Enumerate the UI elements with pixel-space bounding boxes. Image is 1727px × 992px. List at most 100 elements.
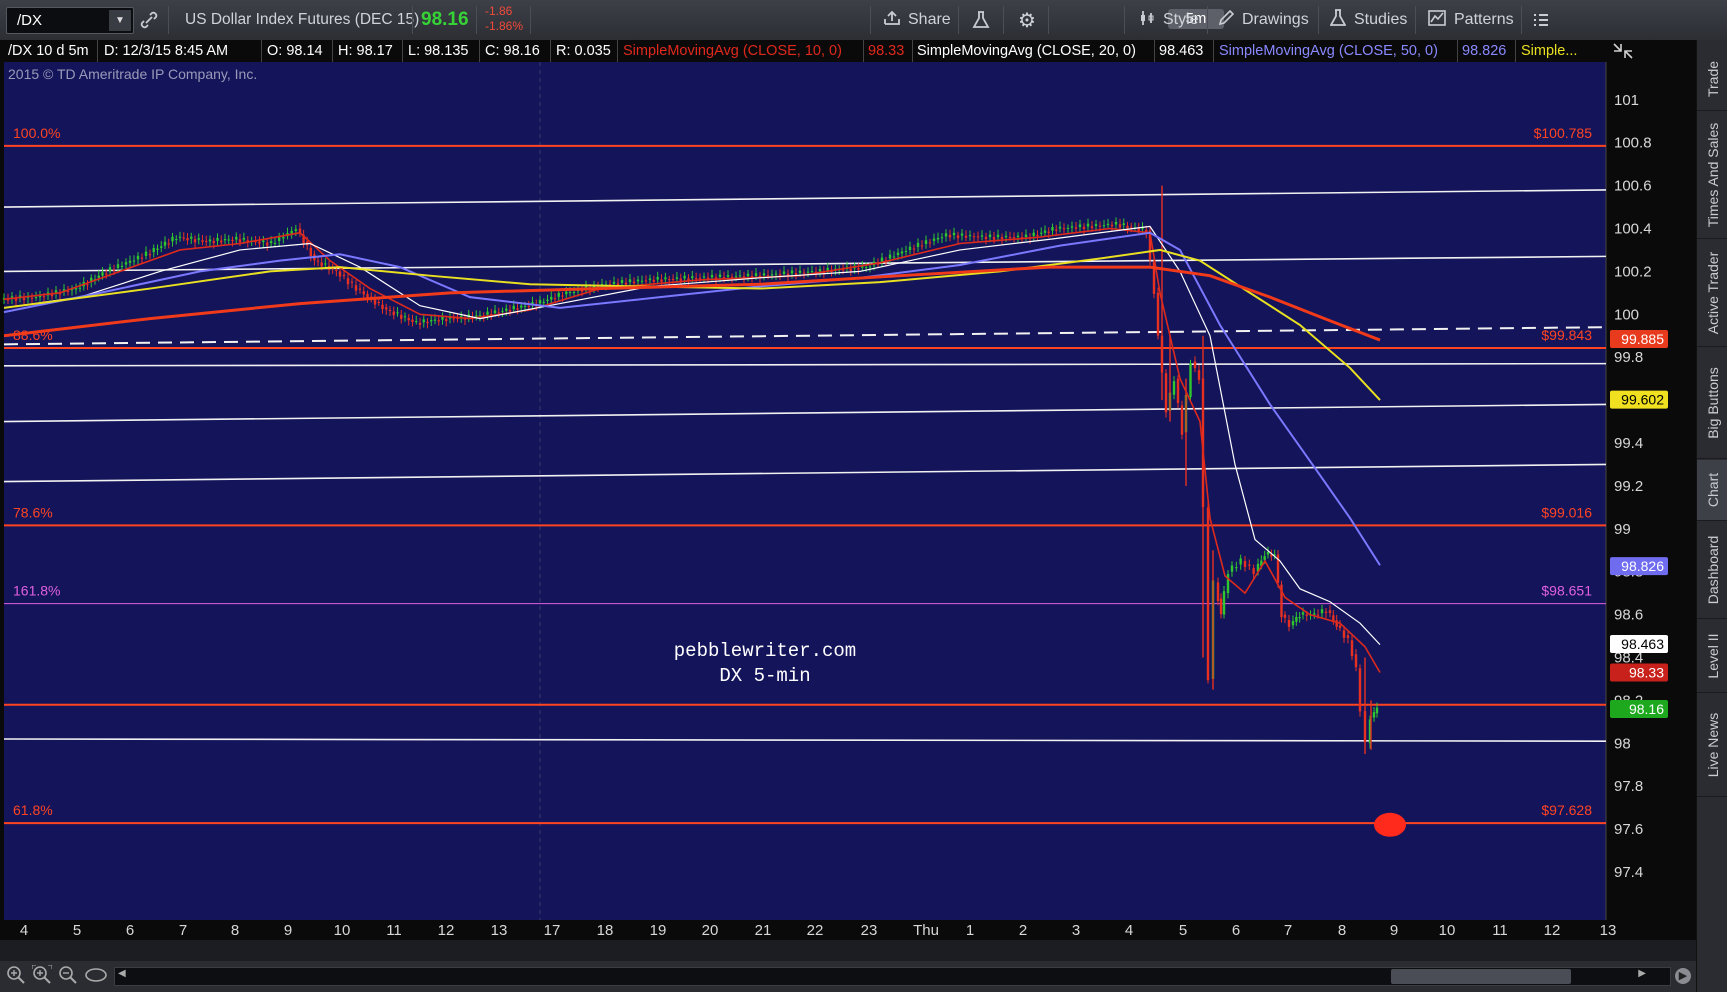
candle-body bbox=[152, 248, 155, 253]
candle-body bbox=[1043, 230, 1047, 233]
tab-trade[interactable]: Trade bbox=[1697, 48, 1727, 111]
tab-chart[interactable]: Chart bbox=[1697, 460, 1727, 521]
bar-close: C: 98.16 bbox=[485, 43, 540, 59]
time-scrollbar[interactable]: ◀ ▶ bbox=[114, 967, 1671, 986]
candle-body bbox=[612, 281, 616, 284]
watermark-text: DX 5-min bbox=[719, 665, 810, 687]
candle-body bbox=[316, 260, 320, 262]
link-icon[interactable] bbox=[140, 0, 158, 40]
candle-body bbox=[269, 241, 273, 244]
candle-body bbox=[916, 242, 920, 247]
tab-big-buttons[interactable]: Big Buttons bbox=[1697, 348, 1727, 459]
x-tick-label: 3 bbox=[1072, 922, 1080, 939]
candle-body bbox=[1206, 507, 1210, 681]
x-tick-label: 10 bbox=[1439, 922, 1456, 939]
tab-live-news[interactable]: Live News bbox=[1697, 694, 1727, 797]
expand-icon[interactable] bbox=[1612, 42, 1634, 62]
gear-icon[interactable]: ⚙ bbox=[1018, 0, 1036, 40]
candle-body bbox=[508, 310, 512, 312]
candle-body bbox=[1086, 223, 1090, 227]
candle-body bbox=[546, 299, 549, 301]
x-tick-label: 11 bbox=[386, 922, 402, 939]
candle-body bbox=[568, 292, 572, 294]
symbol-input[interactable]: /DX ▼ bbox=[6, 7, 134, 34]
candle-body bbox=[1239, 558, 1242, 565]
candle-body bbox=[193, 239, 197, 243]
pct-change: -1.86% bbox=[485, 19, 524, 33]
candle-body bbox=[802, 272, 806, 274]
candle-body bbox=[702, 276, 706, 278]
menu-icon[interactable] bbox=[1533, 0, 1549, 40]
y-tick-label: 99.8 bbox=[1614, 349, 1643, 366]
candle-body bbox=[538, 300, 542, 304]
candle-body bbox=[798, 270, 802, 273]
y-tick-label: 100 bbox=[1614, 306, 1639, 323]
candle-body bbox=[1235, 567, 1238, 569]
tab-label: Live News bbox=[1704, 712, 1721, 778]
drawings-button[interactable]: Drawings bbox=[1218, 0, 1309, 40]
x-tick-label: 12 bbox=[1544, 922, 1561, 939]
candle-body bbox=[671, 278, 675, 280]
candle-body bbox=[1358, 668, 1362, 712]
candle-body bbox=[358, 288, 362, 290]
candle-body bbox=[1176, 378, 1180, 403]
candle-body bbox=[1156, 292, 1160, 336]
candle-body bbox=[730, 276, 734, 278]
candle-body bbox=[868, 266, 872, 268]
symbol-dropdown-icon[interactable]: ▼ bbox=[109, 10, 131, 31]
y-tick-label: 101.2 bbox=[1614, 62, 1652, 66]
tab-times-and-sales[interactable]: Times And Sales bbox=[1697, 112, 1727, 239]
y-tick-label: 98 bbox=[1614, 735, 1631, 752]
candle-body bbox=[1137, 228, 1140, 231]
price-badge-text: 99.885 bbox=[1621, 331, 1664, 347]
scroll-end-icon[interactable]: ▶ bbox=[1675, 968, 1691, 984]
patterns-button[interactable]: Patterns bbox=[1428, 0, 1514, 40]
candle-body bbox=[1342, 630, 1346, 638]
price-chart[interactable]: 2015 © TD Ameritrade IP Company, Inc. 101… bbox=[0, 49, 1696, 940]
x-tick-label: 20 bbox=[702, 922, 719, 939]
candle-body bbox=[849, 268, 852, 271]
x-tick-label: 13 bbox=[491, 922, 508, 939]
candle-body bbox=[636, 279, 640, 282]
candle-body bbox=[565, 291, 568, 295]
candle-body bbox=[1252, 568, 1255, 574]
zoom-fit-icon[interactable] bbox=[31, 964, 53, 985]
candle-body bbox=[1094, 224, 1098, 226]
candle-body bbox=[124, 262, 128, 265]
style-button[interactable]: Style bbox=[1139, 0, 1199, 40]
studies-button[interactable]: Studies bbox=[1329, 0, 1407, 40]
scroll-thumb[interactable] bbox=[1391, 969, 1571, 984]
candle bbox=[1180, 400, 1184, 440]
tab-active-trader[interactable]: Active Trader bbox=[1697, 240, 1727, 347]
candle bbox=[1206, 501, 1210, 684]
pencil-icon bbox=[1218, 9, 1235, 31]
candle-body bbox=[932, 238, 936, 241]
candle-body bbox=[1024, 234, 1028, 238]
candle-body bbox=[392, 311, 395, 316]
candle-body bbox=[144, 251, 148, 256]
candle-body bbox=[101, 272, 104, 276]
scroll-left-icon[interactable]: ◀ bbox=[118, 968, 126, 979]
candle-body bbox=[407, 318, 410, 321]
tab-dashboard[interactable]: Dashboard bbox=[1697, 522, 1727, 619]
candle-body bbox=[857, 268, 860, 270]
symbol-value: /DX bbox=[17, 12, 43, 29]
candle-body bbox=[900, 251, 904, 254]
pan-icon[interactable] bbox=[84, 965, 108, 985]
patterns-icon bbox=[1428, 9, 1446, 31]
share-button[interactable]: Share bbox=[884, 0, 951, 40]
candle-body bbox=[486, 311, 489, 315]
x-tick-label: 18 bbox=[597, 922, 614, 939]
patterns-label: Patterns bbox=[1454, 11, 1514, 28]
zoom-in-icon[interactable] bbox=[6, 965, 26, 985]
flask-icon[interactable] bbox=[972, 0, 990, 40]
x-tick-label: 23 bbox=[861, 922, 878, 939]
zoom-out-icon[interactable] bbox=[58, 965, 78, 985]
plot-area bbox=[4, 62, 1606, 920]
candle-body bbox=[1098, 225, 1102, 227]
tab-label: Chart bbox=[1704, 472, 1721, 508]
drawings-label: Drawings bbox=[1242, 11, 1309, 28]
candle-body bbox=[762, 273, 766, 276]
tab-level-ii[interactable]: Level II bbox=[1697, 620, 1727, 693]
scroll-right-icon[interactable]: ▶ bbox=[1638, 968, 1646, 979]
